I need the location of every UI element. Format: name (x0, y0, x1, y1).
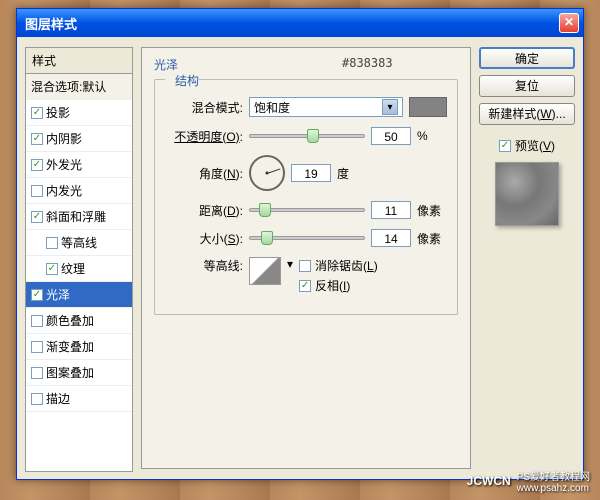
color-hex: #838383 (342, 56, 393, 70)
blend-mode-row: 混合模式: 饱和度 ▾ (165, 97, 447, 117)
structure-label: 结构 (165, 72, 199, 89)
style-row[interactable]: ✓投影 (26, 100, 132, 126)
dialog-title: 图层样式 (21, 14, 559, 33)
new-style-button[interactable]: 新建样式(W)... (479, 103, 575, 125)
style-row[interactable]: 描边 (26, 386, 132, 412)
style-checkbox[interactable] (31, 341, 43, 353)
opacity-row: 不透明度(O): 50 % (165, 127, 447, 145)
distance-slider[interactable] (249, 208, 365, 212)
dialog-body: 样式 混合选项:默认 ✓投影✓内阴影✓外发光内发光✓斜面和浮雕等高线✓纹理✓光泽… (17, 37, 583, 479)
style-row[interactable]: ✓光泽 (26, 282, 132, 308)
opacity-value[interactable]: 50 (371, 127, 411, 145)
style-row[interactable]: ✓纹理 (26, 256, 132, 282)
settings-panel: 光泽 #838383 结构 混合模式: 饱和度 ▾ 不透明度(O): 50 (141, 47, 471, 469)
cancel-button[interactable]: 复位 (479, 75, 575, 97)
style-checkbox[interactable]: ✓ (31, 211, 43, 223)
chevron-down-icon: ▾ (382, 99, 398, 115)
style-row[interactable]: 渐变叠加 (26, 334, 132, 360)
blend-options-row[interactable]: 混合选项:默认 (26, 74, 132, 100)
blend-mode-combo[interactable]: 饱和度 ▾ (249, 97, 403, 117)
style-checkbox[interactable]: ✓ (31, 107, 43, 119)
antialias-checkbox[interactable] (299, 260, 311, 272)
style-checkbox[interactable] (31, 367, 43, 379)
opacity-label: 不透明度(O): (165, 128, 243, 145)
color-swatch[interactable] (409, 97, 447, 117)
preview-checkbox[interactable]: ✓ (499, 140, 511, 152)
style-checkbox[interactable]: ✓ (31, 133, 43, 145)
style-label: 内发光 (46, 182, 82, 199)
opacity-slider[interactable] (249, 134, 365, 138)
structure-fieldset: 结构 混合模式: 饱和度 ▾ 不透明度(O): 50 % 角度(N) (154, 79, 458, 315)
close-button[interactable]: ✕ (559, 13, 579, 33)
style-row[interactable]: 图案叠加 (26, 360, 132, 386)
styles-header[interactable]: 样式 (25, 47, 133, 74)
distance-row: 距离(D): 11 像素 (165, 201, 447, 219)
watermark: JCWCN PS爱好者教程网 www.psahz.com (467, 468, 590, 494)
section-title: 光泽 (154, 56, 458, 73)
ok-button[interactable]: 确定 (479, 47, 575, 69)
style-row[interactable]: 等高线 (26, 230, 132, 256)
style-label: 内阴影 (46, 130, 82, 147)
style-checkbox[interactable] (46, 237, 58, 249)
angle-dial[interactable] (249, 155, 285, 191)
distance-value[interactable]: 11 (371, 201, 411, 219)
blend-mode-label: 混合模式: (165, 99, 243, 116)
angle-value[interactable]: 19 (291, 164, 331, 182)
preview-checkbox-row: ✓ 预览(V) (479, 137, 575, 154)
styles-list: 混合选项:默认 ✓投影✓内阴影✓外发光内发光✓斜面和浮雕等高线✓纹理✓光泽颜色叠… (25, 74, 133, 472)
size-slider[interactable] (249, 236, 365, 240)
preview-thumbnail (495, 162, 559, 226)
buttons-panel: 确定 复位 新建样式(W)... ✓ 预览(V) (479, 47, 575, 469)
size-label: 大小(S): (165, 230, 243, 247)
antialias-row: 消除锯齿(L) (299, 257, 378, 274)
styles-panel: 样式 混合选项:默认 ✓投影✓内阴影✓外发光内发光✓斜面和浮雕等高线✓纹理✓光泽… (25, 47, 133, 469)
style-label: 图案叠加 (46, 364, 94, 381)
angle-row: 角度(N): 19 度 (165, 155, 447, 191)
contour-label: 等高线: (165, 257, 243, 274)
layer-style-dialog: 图层样式 ✕ 样式 混合选项:默认 ✓投影✓内阴影✓外发光内发光✓斜面和浮雕等高… (16, 8, 584, 480)
size-value[interactable]: 14 (371, 229, 411, 247)
contour-picker[interactable] (249, 257, 281, 285)
style-checkbox[interactable] (31, 315, 43, 327)
style-checkbox[interactable]: ✓ (31, 289, 43, 301)
style-label: 纹理 (61, 260, 85, 277)
style-checkbox[interactable] (31, 393, 43, 405)
style-row[interactable]: ✓内阴影 (26, 126, 132, 152)
style-checkbox[interactable] (31, 185, 43, 197)
style-row[interactable]: ✓外发光 (26, 152, 132, 178)
invert-row: ✓ 反相(I) (299, 277, 378, 294)
style-label: 描边 (46, 390, 70, 407)
titlebar[interactable]: 图层样式 ✕ (17, 9, 583, 37)
style-label: 光泽 (46, 286, 70, 303)
invert-checkbox[interactable]: ✓ (299, 280, 311, 292)
contour-row: 等高线: ▾ 消除锯齿(L) ✓ 反相(I) (165, 257, 447, 294)
style-checkbox[interactable]: ✓ (31, 159, 43, 171)
style-row[interactable]: 颜色叠加 (26, 308, 132, 334)
style-label: 颜色叠加 (46, 312, 94, 329)
style-label: 等高线 (61, 234, 97, 251)
style-label: 投影 (46, 104, 70, 121)
distance-label: 距离(D): (165, 202, 243, 219)
angle-label: 角度(N): (165, 165, 243, 182)
style-checkbox[interactable]: ✓ (46, 263, 58, 275)
preview-section: ✓ 预览(V) (479, 137, 575, 226)
style-label: 斜面和浮雕 (46, 208, 106, 225)
size-row: 大小(S): 14 像素 (165, 229, 447, 247)
contour-arrow-icon[interactable]: ▾ (287, 257, 293, 271)
style-row[interactable]: 内发光 (26, 178, 132, 204)
style-label: 渐变叠加 (46, 338, 94, 355)
style-row[interactable]: ✓斜面和浮雕 (26, 204, 132, 230)
style-label: 外发光 (46, 156, 82, 173)
